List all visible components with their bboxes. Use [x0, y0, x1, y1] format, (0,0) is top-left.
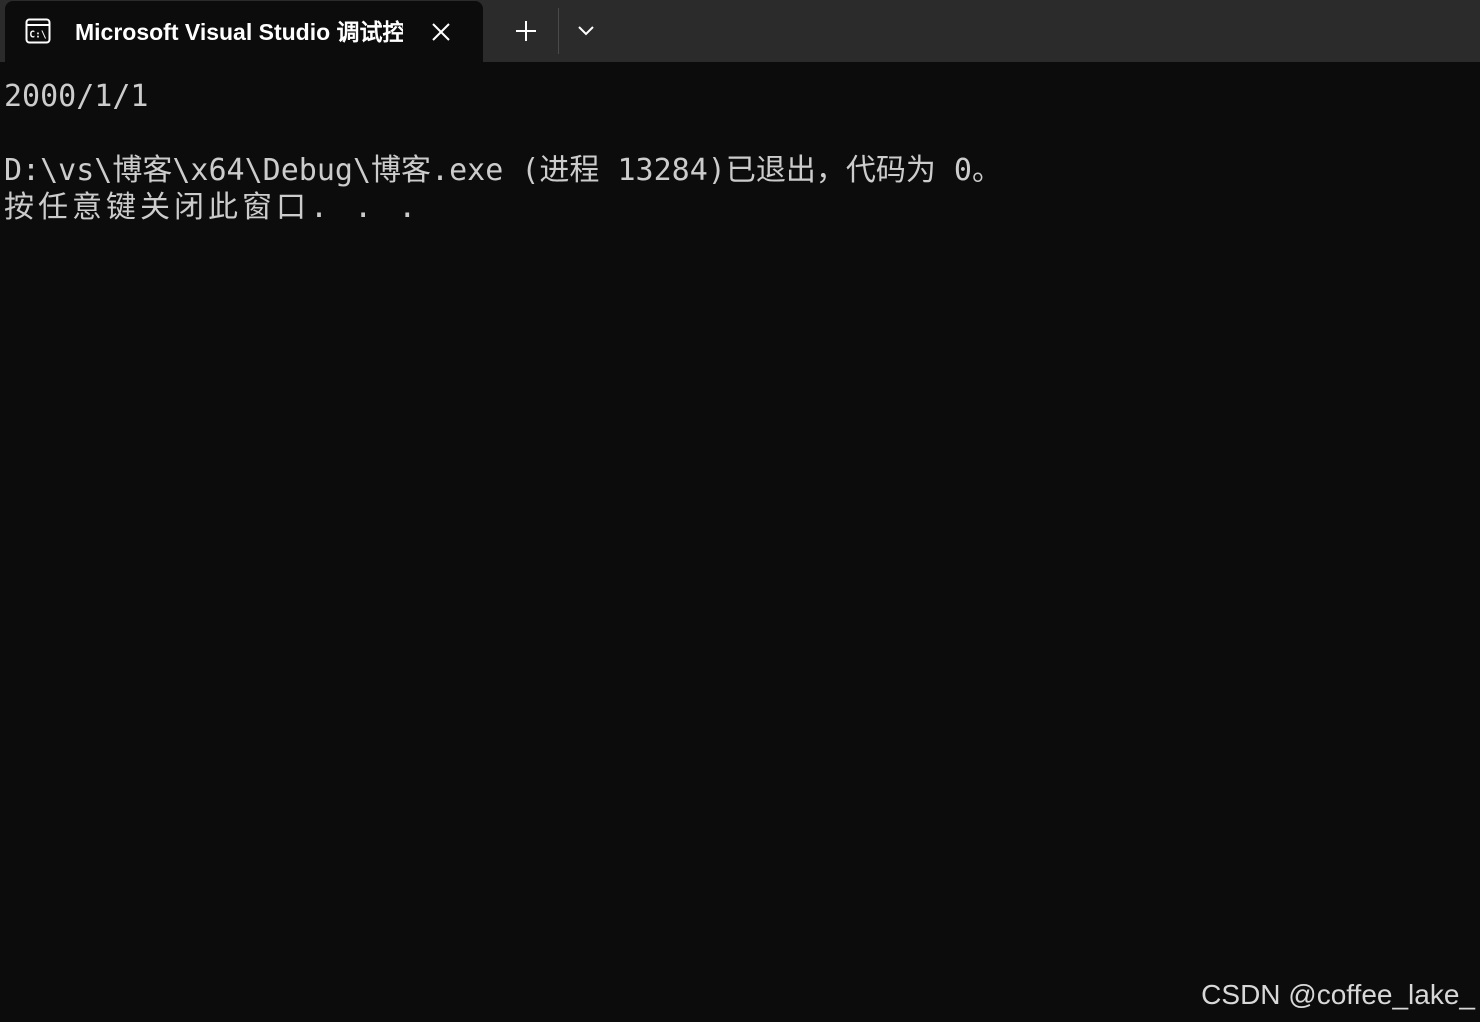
plus-icon	[516, 21, 536, 41]
tab-title: Microsoft Visual Studio 调试控制台	[75, 19, 403, 45]
terminal-window: C:\ Microsoft Visual Studio 调试控制台	[0, 0, 1480, 1022]
tab-bar: C:\ Microsoft Visual Studio 调试控制台	[0, 0, 1480, 62]
console-line: 2000/1/1	[4, 79, 149, 114]
console-line: 按任意键关闭此窗口. . .	[4, 190, 421, 225]
console-output[interactable]: 2000/1/1 D:\vs\博客\x64\Debug\博客.exe (进程 1…	[4, 78, 1474, 958]
chevron-down-icon	[578, 26, 594, 36]
close-icon[interactable]	[425, 17, 457, 47]
svg-text:C:\: C:\	[29, 30, 46, 41]
console-line: D:\vs\博客\x64\Debug\博客.exe (进程 13284)已退出，…	[4, 153, 1002, 188]
new-tab-button[interactable]	[503, 12, 549, 50]
tab-bar-divider	[558, 8, 559, 54]
tab-dropdown-button[interactable]	[566, 12, 606, 50]
tab-debug-console[interactable]: C:\ Microsoft Visual Studio 调试控制台	[5, 1, 483, 62]
watermark: CSDN @coffee_lake_	[1201, 979, 1475, 1010]
terminal-app-icon: C:\	[25, 18, 51, 44]
